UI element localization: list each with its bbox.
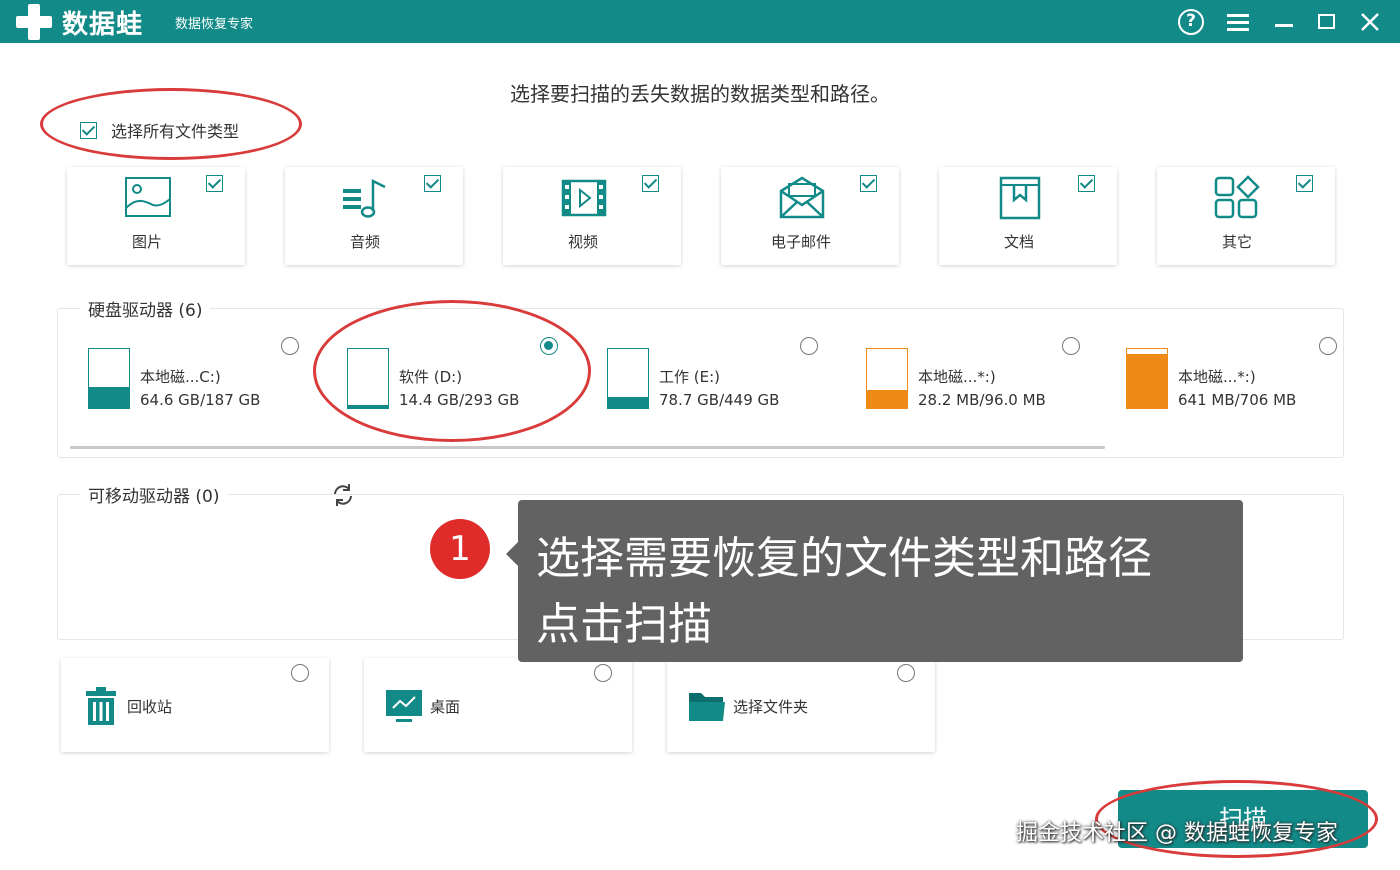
close-icon[interactable] bbox=[1354, 6, 1386, 38]
filetype-card-video[interactable]: 视频 bbox=[503, 167, 681, 265]
menu-icon[interactable] bbox=[1222, 6, 1254, 38]
drive-usage-fill bbox=[89, 387, 129, 408]
title-bar: 数据蛙 数据恢复专家 ? bbox=[0, 0, 1400, 43]
drive-radio[interactable] bbox=[1062, 337, 1080, 355]
location-label: 回收站 bbox=[127, 698, 173, 716]
app-name: 数据蛙 bbox=[62, 10, 144, 40]
location-label: 选择文件夹 bbox=[733, 698, 809, 716]
filetype-label: 文档 bbox=[1003, 233, 1034, 251]
filetype-checkbox[interactable] bbox=[1296, 175, 1313, 192]
step-badge: 1 bbox=[430, 519, 490, 579]
drive-usage-fill bbox=[1127, 354, 1167, 408]
filetype-card-document[interactable]: 文档 bbox=[939, 167, 1117, 265]
tooltip-line-2: 点击扫描 bbox=[536, 599, 712, 650]
filetype-label: 图片 bbox=[131, 233, 162, 251]
watermark: 掘金技术社区 @ 数据蛙恢复专家 bbox=[1016, 821, 1338, 846]
drive-name: 本地磁...C:) bbox=[140, 368, 221, 386]
tooltip-line-1: 选择需要恢复的文件类型和路径 bbox=[536, 533, 1152, 584]
maximize-icon[interactable] bbox=[1311, 6, 1343, 38]
filetype-card-audio[interactable]: 音频 bbox=[285, 167, 463, 265]
drive-item[interactable]: 本地磁...*:) 28.2 MB/96.0 MB bbox=[866, 340, 1096, 415]
image-icon bbox=[123, 175, 173, 221]
filetype-checkbox[interactable] bbox=[424, 175, 441, 192]
filetype-label: 音频 bbox=[349, 233, 380, 251]
removable-drives-title: 可移动驱动器 (0) bbox=[80, 482, 228, 507]
filetype-checkbox[interactable] bbox=[860, 175, 877, 192]
drive-radio[interactable] bbox=[800, 337, 818, 355]
location-card-select-folder[interactable]: 选择文件夹 bbox=[667, 658, 935, 752]
filetype-card-email[interactable]: 电子邮件 bbox=[721, 167, 899, 265]
filetype-checkbox[interactable] bbox=[642, 175, 659, 192]
location-card-desktop[interactable]: 桌面 bbox=[364, 658, 632, 752]
filetype-checkbox[interactable] bbox=[1078, 175, 1095, 192]
drive-size: 28.2 MB/96.0 MB bbox=[918, 391, 1046, 409]
filetype-card-other[interactable]: 其它 bbox=[1157, 167, 1335, 265]
monitor-icon bbox=[384, 686, 424, 726]
location-card-recycle-bin[interactable]: 回收站 bbox=[61, 658, 329, 752]
filetype-checkbox[interactable] bbox=[206, 175, 223, 192]
hard-drives-title: 硬盘驱动器 (6) bbox=[80, 296, 211, 321]
filetype-label: 视频 bbox=[567, 233, 598, 251]
filetype-card-image[interactable]: 图片 bbox=[67, 167, 245, 265]
drive-usage-icon bbox=[88, 348, 130, 409]
drive-name: 本地磁...*:) bbox=[1178, 368, 1256, 386]
other-icon bbox=[1213, 175, 1263, 221]
video-icon bbox=[559, 175, 609, 221]
app-logo-icon bbox=[16, 4, 52, 40]
filetype-label: 电子邮件 bbox=[770, 233, 831, 251]
location-radio[interactable] bbox=[897, 664, 915, 682]
help-icon[interactable]: ? bbox=[1175, 6, 1207, 38]
drive-usage-fill bbox=[867, 390, 907, 408]
drive-name: 本地磁...*:) bbox=[918, 368, 996, 386]
drive-usage-icon bbox=[607, 348, 649, 409]
minimize-icon[interactable] bbox=[1268, 6, 1300, 38]
drive-usage-fill bbox=[608, 397, 648, 408]
instruction-tooltip: 选择需要恢复的文件类型和路径 点击扫描 bbox=[506, 500, 1243, 662]
drive-usage-icon bbox=[866, 348, 908, 409]
annotation-oval bbox=[40, 88, 302, 160]
app-subtitle: 数据恢复专家 bbox=[175, 17, 254, 32]
music-icon bbox=[341, 175, 391, 221]
location-label: 桌面 bbox=[430, 698, 461, 716]
drive-name: 工作 (E:) bbox=[659, 368, 721, 386]
location-radio[interactable] bbox=[291, 664, 309, 682]
drive-size: 78.7 GB/449 GB bbox=[659, 391, 780, 409]
drive-size: 641 MB/706 MB bbox=[1178, 391, 1297, 409]
annotation-oval bbox=[313, 300, 591, 442]
filetype-label: 其它 bbox=[1221, 233, 1252, 251]
location-radio[interactable] bbox=[594, 664, 612, 682]
horizontal-scrollbar[interactable] bbox=[70, 446, 1105, 449]
document-icon bbox=[995, 175, 1045, 221]
drive-size: 64.6 GB/187 GB bbox=[140, 391, 261, 409]
drive-usage-icon bbox=[1126, 348, 1168, 409]
folder-icon bbox=[687, 686, 727, 726]
drive-radio[interactable] bbox=[1319, 337, 1337, 355]
trash-icon bbox=[81, 686, 121, 726]
drive-radio[interactable] bbox=[281, 337, 299, 355]
refresh-icon[interactable] bbox=[330, 482, 356, 508]
mail-icon bbox=[777, 175, 827, 221]
